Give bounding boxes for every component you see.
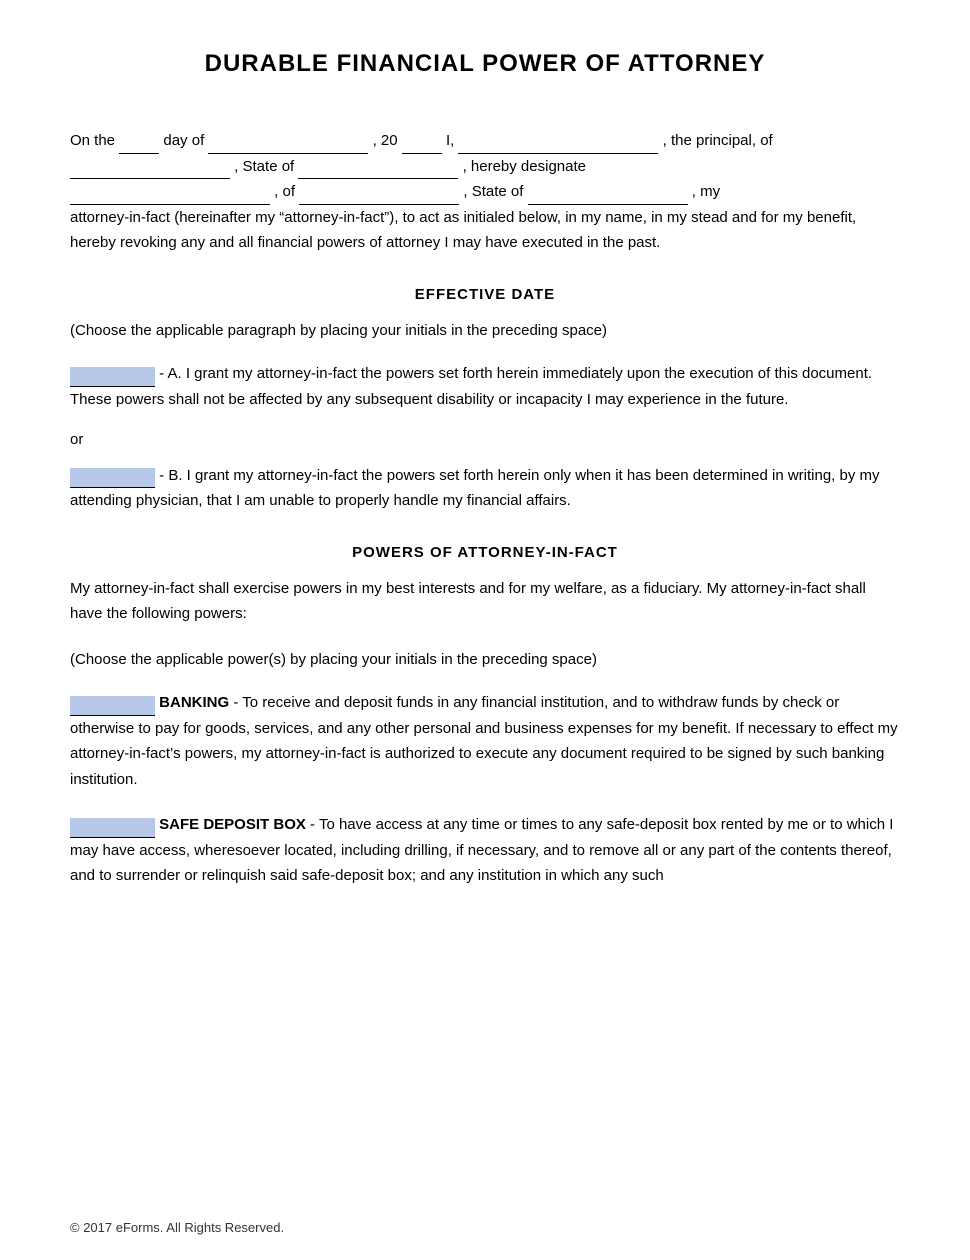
initials-field-banking[interactable]	[70, 696, 155, 716]
principal-name-field[interactable]	[458, 136, 658, 154]
day-field[interactable]	[119, 136, 159, 154]
i-text: I,	[446, 132, 459, 149]
day-of-text: day of	[163, 132, 208, 149]
comma-20-text: , 20	[373, 132, 398, 149]
my-text: , my	[692, 183, 720, 200]
the-principal-text: , the principal, of	[663, 132, 773, 149]
initials-field-b[interactable]	[70, 468, 155, 488]
principal-city-field[interactable]	[70, 161, 230, 179]
attorney-remainder-text: attorney-in-fact (hereinafter my “attorn…	[70, 209, 856, 252]
powers-note: (Choose the applicable power(s) by placi…	[70, 647, 900, 673]
powers-intro: My attorney-in-fact shall exercise power…	[70, 576, 900, 627]
safe-deposit-label: SAFE DEPOSIT BOX	[159, 816, 306, 833]
hereby-designate-text: , hereby designate	[463, 158, 586, 175]
footer-copyright: © 2017 eForms. All Rights Reserved.	[70, 1220, 284, 1235]
initials-field-a[interactable]	[70, 367, 155, 387]
document-title: DURABLE FINANCIAL POWER OF ATTORNEY	[70, 50, 900, 78]
option-b-text: - B. I grant my attorney-in-fact the pow…	[70, 467, 880, 510]
state-of-2-text: , State of	[463, 183, 527, 200]
banking-block: BANKING - To receive and deposit funds i…	[70, 690, 900, 792]
option-a-text: - A. I grant my attorney-in-fact the pow…	[70, 365, 872, 408]
attorney-name-field[interactable]	[70, 187, 270, 205]
initials-field-safe-deposit[interactable]	[70, 818, 155, 838]
banking-label: BANKING	[159, 694, 229, 711]
powers-heading: POWERS OF ATTORNEY-IN-FACT	[70, 544, 900, 561]
effective-date-note: (Choose the applicable paragraph by plac…	[70, 318, 900, 344]
safe-deposit-block: SAFE DEPOSIT BOX - To have access at any…	[70, 812, 900, 889]
attorney-state-field[interactable]	[528, 187, 688, 205]
of-2-text: , of	[274, 183, 299, 200]
or-text: or	[70, 427, 900, 453]
month-field[interactable]	[208, 136, 368, 154]
attorney-city-field[interactable]	[299, 187, 459, 205]
state-of-1-text: , State of	[234, 158, 298, 175]
option-a-block: - A. I grant my attorney-in-fact the pow…	[70, 361, 900, 412]
year-field[interactable]	[402, 136, 442, 154]
option-b-block: - B. I grant my attorney-in-fact the pow…	[70, 463, 900, 514]
intro-paragraph: On the day of , 20 I, , the principal, o…	[70, 128, 900, 256]
principal-state-field[interactable]	[298, 161, 458, 179]
effective-date-heading: EFFECTIVE DATE	[70, 286, 900, 303]
on-the-text: On the	[70, 132, 115, 149]
